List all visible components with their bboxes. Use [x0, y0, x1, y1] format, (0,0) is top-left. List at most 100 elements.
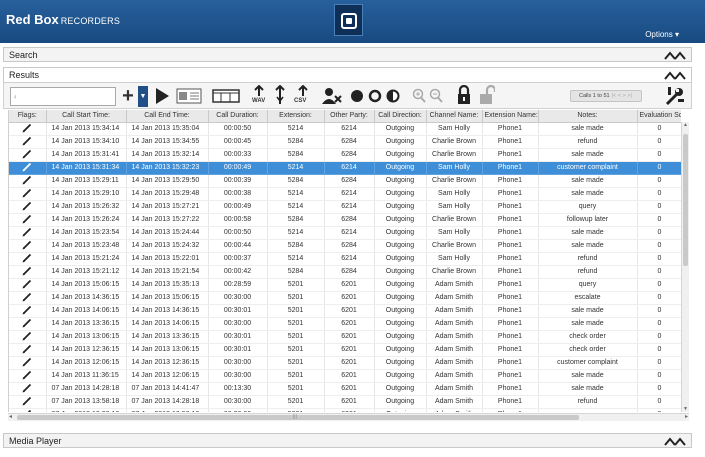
- flag-cell[interactable]: [9, 317, 47, 331]
- half-circle-icon[interactable]: [386, 89, 400, 103]
- pager[interactable]: Calls 1 to 51 |< < > >|: [570, 90, 642, 102]
- table-row[interactable]: 14 Jan 2013 15:06:15 14 Jan 2013 15:35:13…: [9, 278, 681, 292]
- table-row[interactable]: 07 Jan 2013 14:28:18 07 Jan 2013 14:41:47…: [9, 382, 681, 396]
- flag-cell[interactable]: [9, 382, 47, 396]
- table-row[interactable]: 14 Jan 2013 13:36:15 14 Jan 2013 14:06:15…: [9, 317, 681, 331]
- column-header[interactable]: Notes:: [538, 110, 638, 123]
- export-csv-icon[interactable]: [297, 85, 309, 97]
- pencil-icon[interactable]: [22, 305, 32, 315]
- zoom-out-icon[interactable]: [429, 88, 443, 103]
- pencil-icon[interactable]: [22, 344, 32, 354]
- flag-cell[interactable]: [9, 343, 47, 357]
- pencil-icon[interactable]: [22, 253, 32, 263]
- pencil-icon[interactable]: [22, 370, 32, 380]
- flag-cell[interactable]: [9, 239, 47, 253]
- table-row[interactable]: 14 Jan 2013 15:21:12 14 Jan 2013 15:21:54…: [9, 265, 681, 279]
- pager-arrows-icon[interactable]: |< < > >|: [612, 93, 632, 99]
- flag-cell[interactable]: [9, 278, 47, 292]
- delete-user-icon[interactable]: [322, 87, 342, 105]
- column-header[interactable]: Extension:: [267, 110, 325, 123]
- table-row[interactable]: 14 Jan 2013 15:34:14 14 Jan 2013 15:35:04…: [9, 122, 681, 136]
- table-row[interactable]: 14 Jan 2013 15:26:32 14 Jan 2013 15:27:21…: [9, 200, 681, 214]
- table-row[interactable]: 14 Jan 2013 15:23:48 14 Jan 2013 15:24:32…: [9, 239, 681, 253]
- table-row[interactable]: 14 Jan 2013 14:36:15 14 Jan 2013 15:06:15…: [9, 291, 681, 305]
- table-row[interactable]: 14 Jan 2013 15:26:24 14 Jan 2013 15:27:22…: [9, 213, 681, 227]
- column-header[interactable]: Flags:: [9, 110, 47, 123]
- table-row[interactable]: 14 Jan 2013 11:36:15 14 Jan 2013 12:06:15…: [9, 369, 681, 383]
- zoom-in-icon[interactable]: [412, 88, 426, 103]
- vertical-scroll-thumb[interactable]: [683, 134, 688, 266]
- pencil-icon[interactable]: [22, 136, 32, 146]
- flag-cell[interactable]: [9, 135, 47, 149]
- play-icon[interactable]: [154, 87, 170, 105]
- scroll-down-icon[interactable]: ▼: [683, 406, 688, 412]
- horizontal-scrollbar[interactable]: ◂ ||| ▸: [8, 413, 689, 421]
- scroll-right-icon[interactable]: ▸: [685, 413, 688, 420]
- flag-cell[interactable]: [9, 291, 47, 305]
- column-header[interactable]: Extension Name:: [482, 110, 539, 123]
- pencil-icon[interactable]: [22, 357, 32, 367]
- vertical-scrollbar[interactable]: ▲ ▼: [681, 122, 689, 412]
- pencil-icon[interactable]: [22, 188, 32, 198]
- column-header[interactable]: Call End Time:: [126, 110, 209, 123]
- pencil-icon[interactable]: [22, 227, 32, 237]
- flag-cell[interactable]: [9, 148, 47, 162]
- flag-cell[interactable]: [9, 330, 47, 344]
- export-multiple-icon[interactable]: [274, 85, 286, 105]
- options-menu[interactable]: Options ▾: [645, 30, 679, 39]
- ring-circle-icon[interactable]: [368, 89, 382, 103]
- flag-cell[interactable]: [9, 122, 47, 136]
- flag-cell[interactable]: [9, 161, 47, 175]
- pencil-icon[interactable]: [22, 162, 32, 172]
- waveform-player-icon[interactable]: [176, 88, 202, 104]
- table-row[interactable]: 14 Jan 2013 13:06:15 14 Jan 2013 13:36:15…: [9, 330, 681, 344]
- column-header[interactable]: Call Direction:: [374, 110, 427, 123]
- pencil-icon[interactable]: [22, 331, 32, 341]
- unlock-icon[interactable]: [479, 85, 495, 105]
- flag-cell[interactable]: [9, 304, 47, 318]
- pencil-icon[interactable]: [22, 240, 32, 250]
- home-logo-icon[interactable]: [334, 4, 363, 36]
- pencil-icon[interactable]: [22, 123, 32, 133]
- column-header[interactable]: Channel Name:: [426, 110, 483, 123]
- collapse-chevron-icon[interactable]: [664, 71, 686, 80]
- table-row[interactable]: 14 Jan 2013 15:23:54 14 Jan 2013 15:24:44…: [9, 226, 681, 240]
- scroll-up-icon[interactable]: ▲: [683, 122, 688, 128]
- flag-cell[interactable]: [9, 213, 47, 227]
- pencil-icon[interactable]: [22, 266, 32, 276]
- pencil-icon[interactable]: [22, 396, 32, 406]
- table-row[interactable]: 14 Jan 2013 15:31:41 14 Jan 2013 15:32:14…: [9, 148, 681, 162]
- horizontal-scroll-thumb[interactable]: [17, 415, 579, 420]
- pencil-icon[interactable]: [22, 149, 32, 159]
- flag-cell[interactable]: [9, 226, 47, 240]
- table-row[interactable]: 14 Jan 2013 15:21:24 14 Jan 2013 15:22:01…: [9, 252, 681, 266]
- export-wav-icon[interactable]: [253, 85, 265, 97]
- table-row[interactable]: 14 Jan 2013 15:34:10 14 Jan 2013 15:34:55…: [9, 135, 681, 149]
- pencil-icon[interactable]: [22, 292, 32, 302]
- flag-cell[interactable]: [9, 408, 47, 412]
- table-row[interactable]: 14 Jan 2013 12:06:15 14 Jan 2013 12:36:15…: [9, 356, 681, 370]
- collapse-chevron-icon[interactable]: [664, 437, 686, 446]
- pencil-icon[interactable]: [22, 175, 32, 185]
- column-header[interactable]: Call Start Time:: [46, 110, 127, 123]
- pencil-icon[interactable]: [22, 409, 32, 412]
- lock-icon[interactable]: [457, 85, 471, 105]
- column-header[interactable]: Evaluation Score:: [637, 110, 681, 123]
- table-row[interactable]: 14 Jan 2013 15:29:11 14 Jan 2013 15:29:50…: [9, 174, 681, 188]
- flag-cell[interactable]: [9, 174, 47, 188]
- pencil-icon[interactable]: [22, 318, 32, 328]
- pencil-icon[interactable]: [22, 383, 32, 393]
- quick-search-input[interactable]: ‹: [10, 87, 116, 106]
- flag-cell[interactable]: [9, 265, 47, 279]
- pencil-icon[interactable]: [22, 201, 32, 211]
- flag-cell[interactable]: [9, 187, 47, 201]
- media-player-panel[interactable]: Media Player: [3, 433, 692, 448]
- column-header[interactable]: Call Duration:: [208, 110, 268, 123]
- column-chooser-icon[interactable]: [212, 89, 240, 103]
- filled-circle-icon[interactable]: [350, 89, 364, 103]
- scroll-left-icon[interactable]: ◂: [9, 413, 12, 420]
- flag-cell[interactable]: [9, 369, 47, 383]
- flag-cell[interactable]: [9, 395, 47, 409]
- search-panel[interactable]: Search: [3, 47, 692, 62]
- flag-cell[interactable]: [9, 356, 47, 370]
